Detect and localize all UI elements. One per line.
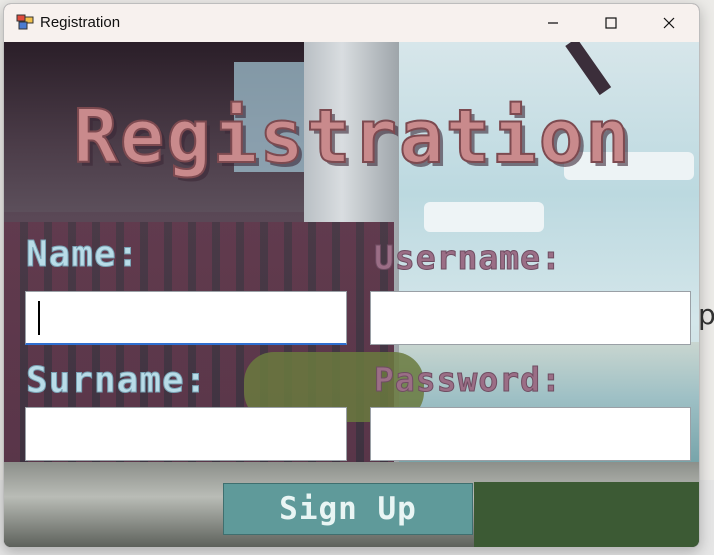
background-shore (474, 482, 699, 547)
maximize-icon (605, 17, 617, 29)
form-client-area: Registration Name: Username: Surname: Pa… (4, 42, 699, 547)
password-input[interactable] (370, 407, 691, 461)
username-label: Username: (374, 238, 562, 278)
minimize-button[interactable] (524, 4, 582, 42)
close-button[interactable] (640, 4, 698, 42)
close-icon (663, 17, 675, 29)
name-label: Name: (25, 234, 140, 276)
surname-input[interactable] (25, 407, 347, 461)
registration-window: Registration Registration Name: Username… (3, 3, 700, 548)
surname-label: Surname: (25, 360, 208, 402)
app-icon (16, 14, 34, 30)
page-title: Registration (72, 93, 632, 181)
sign-up-button[interactable]: Sign Up (223, 483, 473, 535)
background-partial-text: p (698, 298, 714, 331)
title-bar[interactable]: Registration (4, 4, 699, 42)
maximize-button[interactable] (582, 4, 640, 42)
name-input[interactable] (25, 291, 347, 345)
minimize-icon (548, 22, 558, 24)
username-input[interactable] (370, 291, 691, 345)
background-cloud (424, 202, 544, 232)
text-caret (38, 301, 40, 335)
window-title: Registration (40, 14, 121, 31)
password-label: Password: (374, 360, 562, 400)
